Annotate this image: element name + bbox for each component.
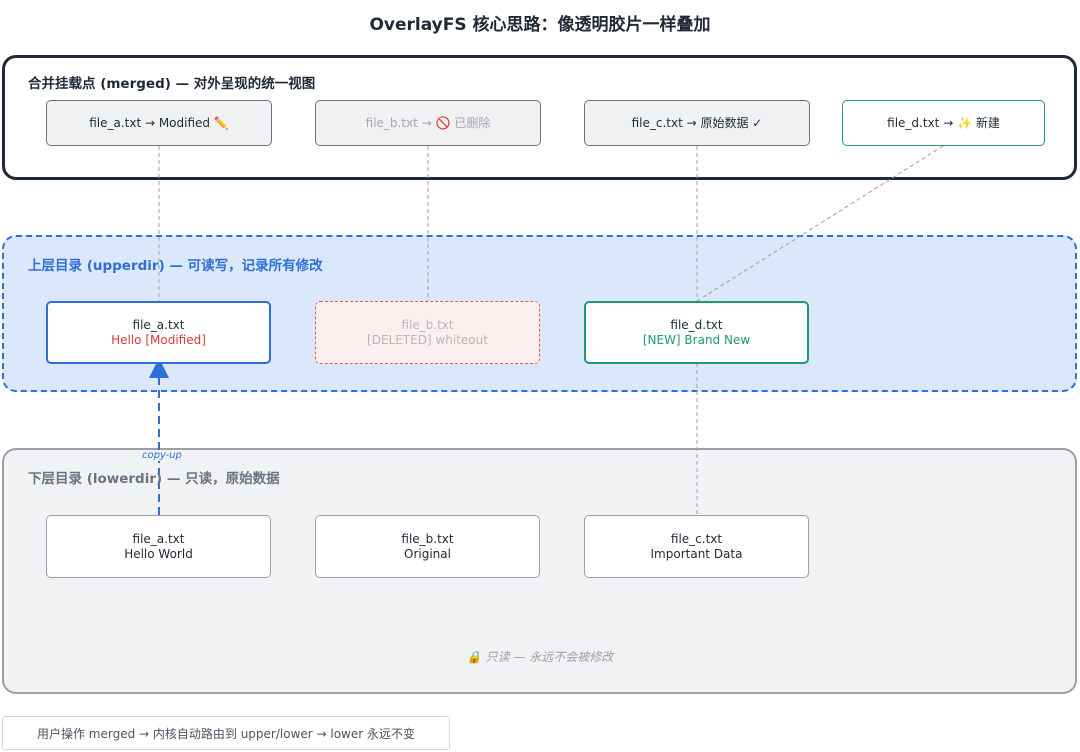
lower-file-a-content: Hello World (124, 546, 193, 561)
lower-file-b-content: Original (404, 546, 451, 561)
merged-file-b-text: file_b.txt → (365, 115, 436, 130)
upper-file-d-content: [NEW] Brand New (642, 332, 751, 347)
lower-file-c: file_c.txt Important Data (584, 515, 809, 578)
lower-file-b-name: file_b.txt (401, 531, 454, 546)
upper-file-b-whiteout: file_b.txt [DELETED] whiteout (315, 301, 540, 364)
prohibited-icon: 🚫 (435, 115, 451, 130)
merged-file-c-text: file_c.txt → 原始数据 ✓ (631, 115, 763, 130)
lower-file-c-content: Important Data (650, 546, 743, 561)
readonly-note: 🔒 只读 — 永远不会被修改 (0, 648, 1080, 665)
lower-file-b: file_b.txt Original (315, 515, 540, 578)
upper-file-b-name: file_b.txt (401, 317, 454, 332)
merged-file-d-text: file_d.txt → (887, 115, 958, 130)
merged-file-a-text: file_a.txt → Modified (89, 115, 211, 130)
lower-file-a-name: file_a.txt (132, 531, 185, 546)
lock-icon: 🔒 (466, 650, 482, 664)
copy-up-label: copy-up (140, 450, 184, 461)
diagram-canvas: OverlayFS 核心思路：像透明胶片一样叠加 合并挂载点 (merged) … (0, 0, 1080, 752)
upper-file-d: file_d.txt [NEW] Brand New (584, 301, 809, 364)
merged-file-d: file_d.txt → ✨ 新建 (842, 100, 1045, 146)
pencil-icon: ✏️ (213, 115, 229, 130)
upper-file-d-name: file_d.txt (670, 317, 723, 332)
merged-file-b-suffix: 已删除 (450, 115, 491, 130)
readonly-note-text: 只读 — 永远不会被修改 (485, 650, 614, 664)
upper-file-b-content: [DELETED] whiteout (367, 332, 488, 347)
lower-file-c-name: file_c.txt (670, 531, 723, 546)
merged-layer-label: 合并挂载点 (merged) — 对外呈现的统一视图 (28, 76, 316, 92)
merged-file-a: file_a.txt → Modified ✏️ (46, 100, 272, 146)
upperdir-layer-label: 上层目录 (upperdir) — 可读写，记录所有修改 (28, 258, 323, 274)
upper-file-a: file_a.txt Hello [Modified] (46, 301, 271, 364)
lower-file-a: file_a.txt Hello World (46, 515, 271, 578)
lowerdir-layer-label: 下层目录 (lowerdir) — 只读，原始数据 (28, 471, 280, 487)
footer-note: 用户操作 merged → 内核自动路由到 upper/lower → lowe… (2, 716, 450, 750)
sparkles-icon: ✨ (957, 115, 973, 130)
upper-file-a-name: file_a.txt (132, 317, 185, 332)
upper-file-a-content: Hello [Modified] (111, 332, 206, 347)
link-merged-d-to-upper-d (696, 145, 944, 302)
merged-file-c: file_c.txt → 原始数据 ✓ (584, 100, 810, 146)
merged-file-b: file_b.txt → 🚫 已删除 (315, 100, 541, 146)
merged-file-d-suffix: 新建 (972, 115, 1000, 130)
